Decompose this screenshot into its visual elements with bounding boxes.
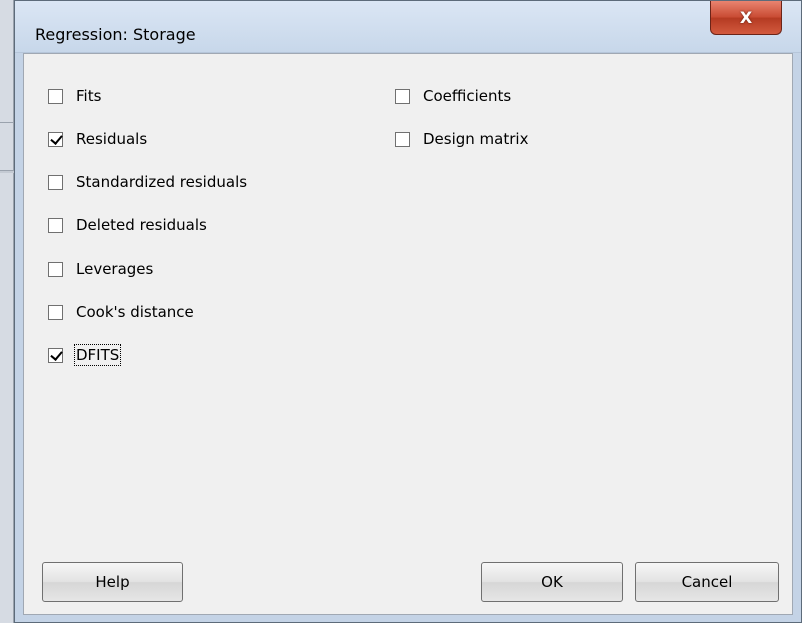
residuals-label: Residuals: [76, 130, 148, 148]
deleted-residuals-option[interactable]: Deleted residuals: [48, 214, 207, 236]
regression-storage-dialog: Regression: Storage X Fits Residuals Sta…: [14, 0, 802, 623]
standardized-residuals-option[interactable]: Standardized residuals: [48, 171, 247, 193]
dfits-label: DFITS: [73, 344, 122, 366]
dialog-body: Fits Residuals Standardized residuals De…: [23, 53, 793, 615]
residuals-option[interactable]: Residuals: [48, 128, 147, 150]
deleted-residuals-checkbox[interactable]: [48, 217, 63, 233]
close-button[interactable]: X: [710, 1, 782, 35]
cancel-button[interactable]: Cancel: [635, 562, 779, 602]
dfits-checkbox[interactable]: [48, 347, 63, 363]
ok-button-label: OK: [541, 573, 563, 591]
dialog-title: Regression: Storage: [35, 25, 196, 44]
cooks-distance-label: Cook's distance: [76, 303, 194, 321]
design-matrix-checkbox[interactable]: [395, 131, 410, 147]
ok-button[interactable]: OK: [481, 562, 623, 602]
close-icon: X: [739, 8, 753, 27]
coefficients-checkbox[interactable]: [395, 88, 410, 104]
design-matrix-label: Design matrix: [423, 130, 529, 148]
cooks-distance-option[interactable]: Cook's distance: [48, 301, 194, 323]
dfits-option[interactable]: DFITS: [48, 344, 122, 366]
coefficients-label: Coefficients: [423, 87, 512, 105]
title-bar[interactable]: Regression: Storage X: [15, 1, 801, 53]
fits-option[interactable]: Fits: [48, 85, 101, 107]
cooks-distance-checkbox[interactable]: [48, 304, 63, 320]
fits-checkbox[interactable]: [48, 88, 63, 104]
standardized-residuals-checkbox[interactable]: [48, 174, 63, 190]
help-button[interactable]: Help: [42, 562, 183, 602]
leverages-option[interactable]: Leverages: [48, 258, 153, 280]
design-matrix-option[interactable]: Design matrix: [395, 128, 528, 150]
background-window-border: [0, 0, 14, 623]
deleted-residuals-label: Deleted residuals: [76, 216, 207, 234]
leverages-label: Leverages: [76, 260, 154, 278]
cancel-button-label: Cancel: [681, 573, 733, 591]
fits-label: Fits: [76, 87, 102, 105]
help-button-label: Help: [95, 573, 130, 591]
coefficients-option[interactable]: Coefficients: [395, 85, 511, 107]
leverages-checkbox[interactable]: [48, 261, 63, 277]
residuals-checkbox[interactable]: [48, 131, 63, 147]
standardized-residuals-label: Standardized residuals: [76, 173, 248, 191]
